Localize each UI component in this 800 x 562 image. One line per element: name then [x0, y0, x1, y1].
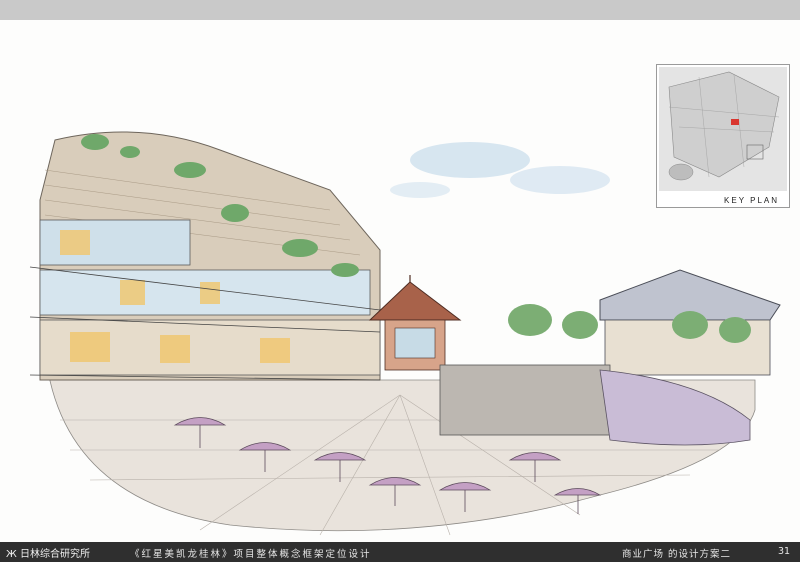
sky-clouds: [390, 142, 610, 198]
footer-bar: Ж 日林综合研究所 《红星美凯龙桂林》项目整体概念框架定位设计 商业广场 的设计…: [0, 542, 800, 562]
key-plan-inset: KEY PLAN: [656, 64, 790, 208]
pagoda-pavilion: [368, 275, 462, 371]
top-bar: [0, 0, 800, 20]
key-plan-map: [659, 67, 787, 191]
sketch-canvas: KEY PLAN: [0, 20, 800, 542]
sheet-caption: 商业广场 的设计方案二: [622, 549, 732, 560]
logo-mark: Ж: [6, 549, 17, 560]
logo-text: 日林综合研究所: [19, 549, 90, 560]
key-plan-label: KEY PLAN: [724, 196, 779, 205]
right-buildings: [439, 269, 781, 446]
company-logo: Ж 日林综合研究所: [6, 545, 90, 560]
terraced-building: [29, 131, 381, 381]
project-title: 《红星美凯龙桂林》项目整体概念框架定位设计: [130, 549, 372, 560]
page-number: 31: [778, 546, 791, 557]
